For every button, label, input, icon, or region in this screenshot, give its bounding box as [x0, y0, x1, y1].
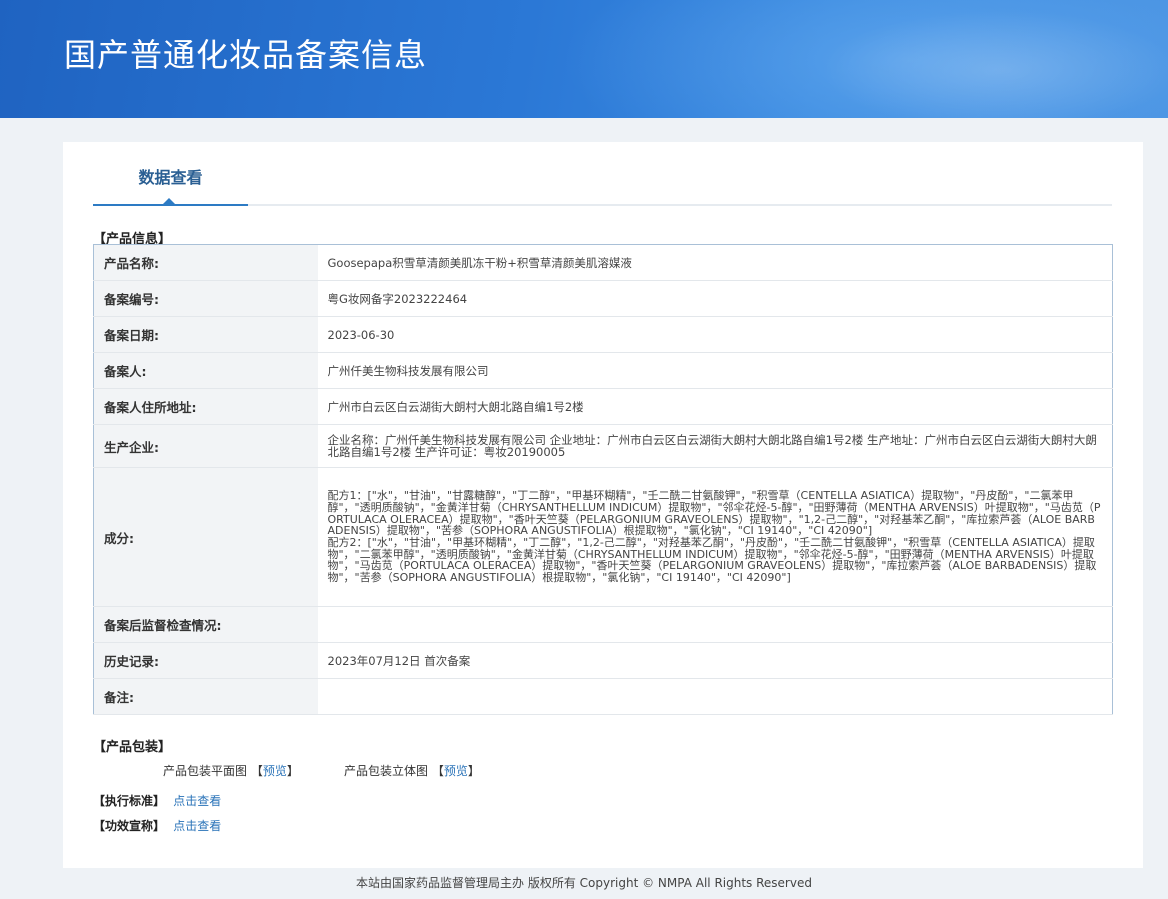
table-row: 备案编号: 粤G妆网备字2023222464 [93, 280, 1113, 317]
standard-row: 【执行标准】 点击查看 [93, 792, 221, 809]
table-row: 备案日期: 2023-06-30 [93, 316, 1113, 353]
table-row: 备案人: 广州仟美生物科技发展有限公司 [93, 352, 1113, 389]
preview-flat-link[interactable]: 预览 [263, 764, 287, 778]
packaging-solid-label: 产品包装立体图 [344, 764, 429, 778]
table-row: 生产企业: 企业名称：广州仟美生物科技发展有限公司 企业地址：广州市白云区白云湖… [93, 424, 1113, 468]
packaging-flat: 产品包装平面图 【预览】 [163, 762, 299, 779]
row-label: 备案后监督检查情况: [93, 606, 318, 643]
row-value-ingredients: 配方1：["水"，"甘油"，"甘露糖醇"，"丁二醇"，"甲基环糊精"，"壬二酰二… [317, 467, 1113, 607]
table-row: 备注: [93, 678, 1113, 715]
product-info-table: 产品名称: Goosepapa积雪草清颜美肌冻干粉+积雪草清颜美肌溶媒液 备案编… [93, 244, 1113, 715]
bracket-close: 】 [467, 764, 480, 778]
packaging-flat-label: 产品包装平面图 [163, 764, 248, 778]
tab-bar: 数据查看 [93, 142, 1112, 206]
row-value: 粤G妆网备字2023222464 [317, 280, 1113, 317]
tab-data-view[interactable]: 数据查看 [93, 142, 248, 206]
row-value: 企业名称：广州仟美生物科技发展有限公司 企业地址：广州市白云区白云湖街大朗村大朗… [317, 424, 1113, 468]
row-label: 产品名称: [93, 244, 318, 281]
tab-active-indicator [162, 198, 176, 205]
efficacy-row: 【功效宣称】 点击查看 [93, 817, 221, 834]
row-value [317, 678, 1113, 715]
page-footer: 本站由国家药品监督管理局主办 版权所有 Copyright © NMPA All… [356, 876, 812, 890]
table-row: 产品名称: Goosepapa积雪草清颜美肌冻干粉+积雪草清颜美肌溶媒液 [93, 244, 1113, 281]
bracket-open: 【 [431, 764, 444, 778]
table-row: 历史记录: 2023年07月12日 首次备案 [93, 642, 1113, 679]
table-row: 备案人住所地址: 广州市白云区白云湖街大朗村大朗北路自编1号2楼 [93, 388, 1113, 425]
row-label: 备案编号: [93, 280, 318, 317]
table-row: 备案后监督检查情况: [93, 606, 1113, 643]
row-label: 备注: [93, 678, 318, 715]
standard-view-link[interactable]: 点击查看 [173, 794, 221, 808]
row-label: 备案人: [93, 352, 318, 389]
row-value [317, 606, 1113, 643]
content-card: 数据查看 【产品信息】 产品名称: Goosepapa积雪草清颜美肌冻干粉+积雪… [63, 142, 1143, 868]
row-value: 2023-06-30 [317, 316, 1113, 353]
header-decoration-glow [820, 10, 1168, 118]
row-label: 历史记录: [93, 642, 318, 679]
tab-label: 数据查看 [138, 168, 203, 187]
row-value: 广州市白云区白云湖街大朗村大朗北路自编1号2楼 [317, 388, 1113, 425]
bracket-close: 】 [286, 764, 299, 778]
packaging-section-title: 【产品包装】 [93, 740, 172, 755]
packaging-solid: 产品包装立体图 【预览】 [344, 762, 480, 779]
row-label: 备案人住所地址: [93, 388, 318, 425]
efficacy-view-link[interactable]: 点击查看 [173, 819, 221, 833]
row-label: 备案日期: [93, 316, 318, 353]
preview-solid-link[interactable]: 预览 [444, 764, 468, 778]
standard-label: 【执行标准】 [93, 794, 166, 808]
page-title: 国产普通化妆品备案信息 [64, 36, 428, 74]
page-header: 国产普通化妆品备案信息 [0, 0, 1168, 118]
bracket-open: 【 [250, 764, 263, 778]
row-value: 2023年07月12日 首次备案 [317, 642, 1113, 679]
table-row: 成分: 配方1：["水"，"甘油"，"甘露糖醇"，"丁二醇"，"甲基环糊精"，"… [93, 467, 1113, 607]
row-value: Goosepapa积雪草清颜美肌冻干粉+积雪草清颜美肌溶媒液 [317, 244, 1113, 281]
row-label: 成分: [93, 467, 318, 607]
row-label: 生产企业: [93, 424, 318, 468]
efficacy-label: 【功效宣称】 [93, 819, 166, 833]
row-value: 广州仟美生物科技发展有限公司 [317, 352, 1113, 389]
